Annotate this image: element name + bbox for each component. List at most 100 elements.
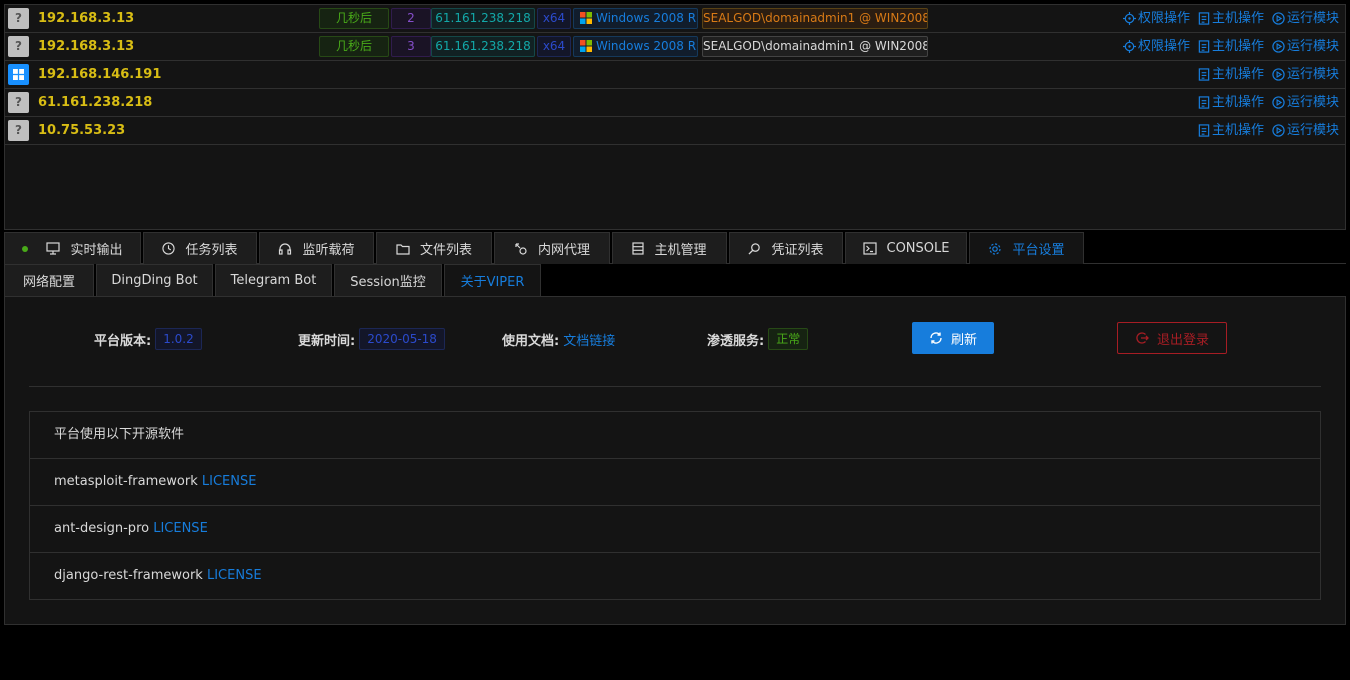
subtab-about-viper[interactable]: 关于VIPER bbox=[444, 264, 541, 296]
update-time: 更新时间: 2020-05-18 bbox=[298, 327, 445, 351]
run-module-link[interactable]: 运行模块 bbox=[1272, 117, 1339, 144]
logout-button[interactable]: 退出登录 bbox=[1117, 322, 1227, 354]
tab-realtime-output[interactable]: 实时输出 bbox=[4, 232, 141, 264]
host-ip: 192.168.3.13 bbox=[38, 11, 135, 26]
play-circle-icon bbox=[1272, 96, 1285, 109]
document-icon bbox=[1198, 68, 1210, 81]
sync-icon bbox=[930, 332, 942, 344]
document-icon bbox=[1198, 12, 1210, 25]
tab-credential-list[interactable]: 凭证列表 bbox=[729, 232, 843, 264]
host-action-link[interactable]: 主机操作 bbox=[1198, 61, 1264, 88]
folder-icon bbox=[396, 243, 410, 255]
host-row[interactable]: ? 10.75.53.23 主机操作 运行模块 bbox=[5, 117, 1345, 145]
play-circle-icon bbox=[1272, 40, 1285, 53]
tab-file-list[interactable]: 文件列表 bbox=[376, 232, 492, 264]
windows-flag-icon bbox=[580, 11, 592, 28]
os-tag: Windows 2008 R2 bbox=[573, 36, 698, 57]
row-actions: 主机操作 运行模块 bbox=[1198, 61, 1339, 88]
software-name: django-rest-framework bbox=[54, 568, 203, 583]
document-icon bbox=[1198, 124, 1210, 137]
gear-icon bbox=[989, 242, 1002, 255]
question-icon: ? bbox=[8, 8, 29, 29]
os-name: Windows 2008 R2 bbox=[596, 39, 698, 53]
refresh-button[interactable]: 刷新 bbox=[912, 322, 994, 354]
host-list: ? 192.168.3.13 几秒后 2 61.161.238.218 x64 … bbox=[4, 4, 1346, 230]
user-tag: SEALGOD\domainadmin1 @ WIN2008B bbox=[702, 8, 928, 29]
os-tag: Windows 2008 R2 bbox=[573, 8, 698, 29]
database-icon bbox=[632, 242, 645, 255]
os-name: Windows 2008 R2 bbox=[596, 11, 698, 25]
main-tab-bar: 实时输出 任务列表 监听载荷 文件列表 内网代理 主机管理 凭证列表 CONSO… bbox=[4, 232, 1346, 264]
pentest-service: 渗透服务: 正常 bbox=[707, 327, 809, 351]
target-icon bbox=[1122, 40, 1136, 53]
docs-link[interactable]: 文档链接 bbox=[563, 330, 615, 349]
terminal-icon bbox=[862, 242, 877, 255]
subtab-dingding-bot[interactable]: DingDing Bot bbox=[96, 264, 213, 296]
row-actions: 主机操作 运行模块 bbox=[1198, 117, 1339, 144]
tab-task-list[interactable]: 任务列表 bbox=[143, 232, 257, 264]
search-icon bbox=[748, 243, 761, 255]
run-module-link[interactable]: 运行模块 bbox=[1272, 89, 1339, 116]
logout-icon bbox=[1136, 332, 1149, 344]
question-icon: ? bbox=[8, 36, 29, 57]
host-action-link[interactable]: 主机操作 bbox=[1198, 5, 1264, 32]
run-module-link[interactable]: 运行模块 bbox=[1272, 5, 1339, 32]
license-link[interactable]: LICENSE bbox=[153, 521, 208, 536]
tab-console[interactable]: CONSOLE bbox=[845, 232, 967, 264]
question-icon: ? bbox=[8, 120, 29, 141]
target-icon bbox=[1122, 12, 1136, 25]
subtab-session-monitor[interactable]: Session监控 bbox=[334, 264, 442, 296]
status-dot bbox=[22, 245, 29, 252]
clock-icon bbox=[162, 242, 176, 255]
session-heartbeat-tag: 几秒后 bbox=[319, 8, 389, 29]
host-ip: 192.168.146.191 bbox=[38, 67, 162, 82]
host-ip: 10.75.53.23 bbox=[38, 123, 126, 138]
divider bbox=[29, 386, 1321, 387]
host-row[interactable]: 192.168.146.191 主机操作 运行模块 bbox=[5, 61, 1345, 89]
row-actions: 权限操作 主机操作 运行模块 bbox=[1122, 5, 1339, 32]
host-row[interactable]: ? 192.168.3.13 几秒后 3 61.161.238.218 x64 … bbox=[5, 33, 1345, 61]
monitor-icon bbox=[46, 242, 61, 255]
host-action-link[interactable]: 主机操作 bbox=[1198, 89, 1264, 116]
docs-label: 使用文档: bbox=[502, 333, 560, 349]
windows-icon bbox=[8, 64, 29, 85]
list-header: 平台使用以下开源软件 bbox=[30, 412, 1320, 459]
headphones-icon bbox=[279, 243, 292, 255]
host-action-link[interactable]: 主机操作 bbox=[1198, 33, 1264, 60]
open-source-list: 平台使用以下开源软件 metasploit-framework LICENSE … bbox=[29, 411, 1321, 600]
tab-platform-settings[interactable]: 平台设置 bbox=[969, 232, 1084, 264]
version-tag: 1.0.2 bbox=[155, 328, 202, 350]
privilege-action-link[interactable]: 权限操作 bbox=[1122, 33, 1190, 60]
subtab-network-config[interactable]: 网络配置 bbox=[4, 264, 94, 296]
run-module-link[interactable]: 运行模块 bbox=[1272, 61, 1339, 88]
question-icon: ? bbox=[8, 92, 29, 113]
list-item: metasploit-framework LICENSE bbox=[30, 459, 1320, 506]
row-actions: 主机操作 运行模块 bbox=[1198, 89, 1339, 116]
arch-tag: x64 bbox=[537, 8, 571, 29]
play-circle-icon bbox=[1272, 12, 1285, 25]
license-link[interactable]: LICENSE bbox=[207, 568, 262, 583]
session-ip-tag: 61.161.238.218 bbox=[431, 36, 535, 57]
privilege-action-link[interactable]: 权限操作 bbox=[1122, 5, 1190, 32]
host-row[interactable]: ? 192.168.3.13 几秒后 2 61.161.238.218 x64 … bbox=[5, 5, 1345, 33]
version-label: 平台版本: bbox=[94, 333, 152, 349]
software-name: metasploit-framework bbox=[54, 474, 198, 489]
windows-flag-icon bbox=[580, 39, 592, 56]
session-heartbeat-tag: 几秒后 bbox=[319, 36, 389, 57]
tab-intranet-proxy[interactable]: 内网代理 bbox=[494, 232, 610, 264]
tab-host-management[interactable]: 主机管理 bbox=[612, 232, 727, 264]
document-icon bbox=[1198, 40, 1210, 53]
tab-listener-payload[interactable]: 监听载荷 bbox=[259, 232, 374, 264]
service-status-badge: 正常 bbox=[768, 328, 809, 350]
session-ip-tag: 61.161.238.218 bbox=[431, 8, 535, 29]
host-action-link[interactable]: 主机操作 bbox=[1198, 117, 1264, 144]
arch-tag: x64 bbox=[537, 36, 571, 57]
run-module-link[interactable]: 运行模块 bbox=[1272, 33, 1339, 60]
update-tag: 2020-05-18 bbox=[359, 328, 445, 350]
proxy-icon bbox=[515, 242, 527, 255]
subtab-telegram-bot[interactable]: Telegram Bot bbox=[215, 264, 332, 296]
license-link[interactable]: LICENSE bbox=[202, 474, 257, 489]
host-row[interactable]: ? 61.161.238.218 主机操作 运行模块 bbox=[5, 89, 1345, 117]
docs: 使用文档: 文档链接 bbox=[502, 327, 615, 351]
service-label: 渗透服务: bbox=[707, 333, 765, 349]
